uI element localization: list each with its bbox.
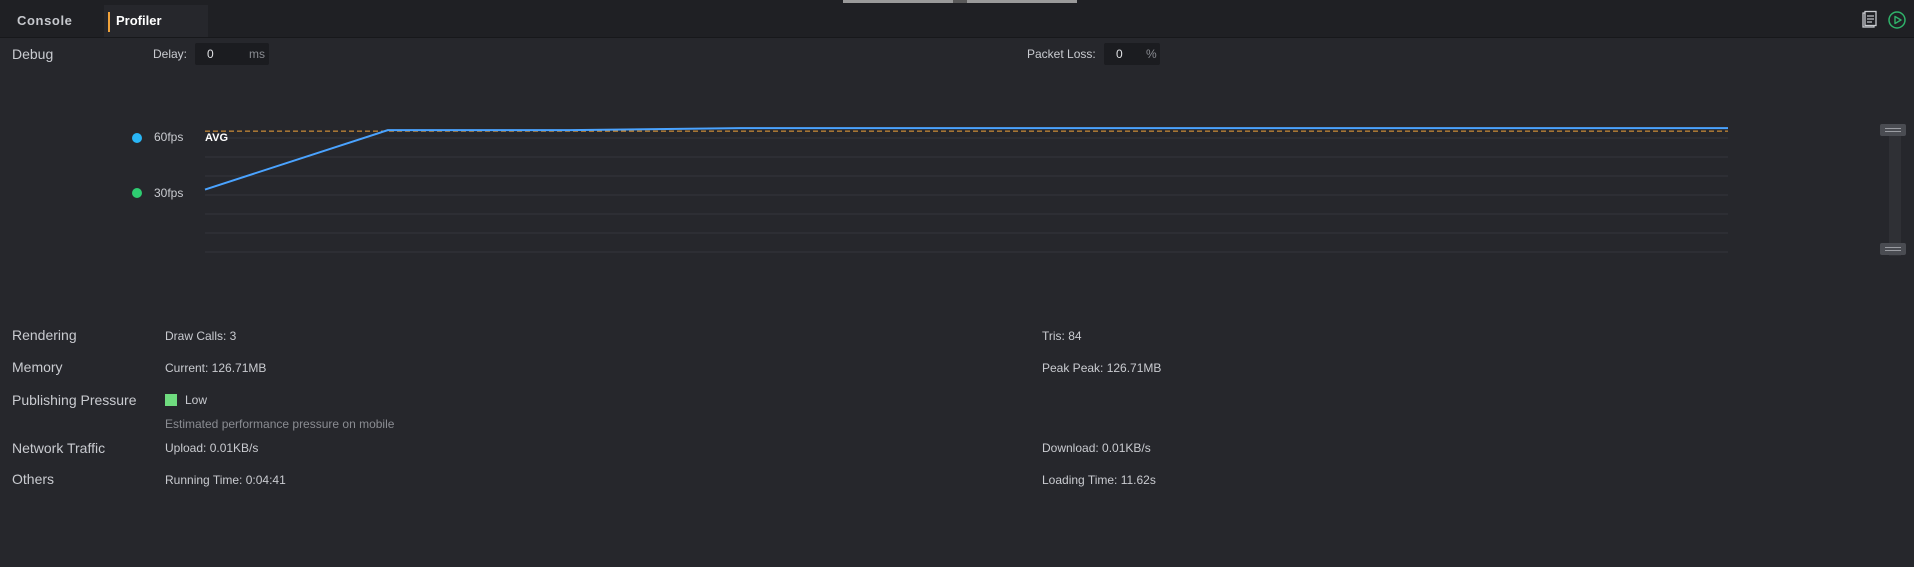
pressure-level-swatch bbox=[165, 394, 177, 406]
tris-value: Tris: 84 bbox=[1042, 329, 1082, 343]
pressure-note: Estimated performance pressure on mobile bbox=[165, 417, 395, 431]
chart-zoom-top-handle[interactable] bbox=[1880, 124, 1906, 136]
download-value: Download: 0.01KB/s bbox=[1042, 441, 1151, 455]
rendering-label: Rendering bbox=[12, 327, 77, 343]
loading-time-value: Loading Time: 11.62s bbox=[1042, 473, 1156, 487]
upload-value: Upload: 0.01KB/s bbox=[165, 441, 259, 455]
network-traffic-label: Network Traffic bbox=[12, 440, 106, 456]
chart-zoom-track[interactable] bbox=[1889, 124, 1901, 256]
draw-calls-value: Draw Calls: 3 bbox=[165, 329, 237, 343]
avg-label: AVG bbox=[205, 132, 228, 144]
memory-current-value: Current: 126.71MB bbox=[165, 361, 267, 375]
running-time-value: Running Time: 0:04:41 bbox=[165, 473, 286, 487]
fps-chart: AVG bbox=[204, 127, 1728, 253]
publishing-pressure-label: Publishing Pressure bbox=[12, 392, 137, 408]
pressure-level-value: Low bbox=[185, 393, 208, 407]
others-label: Others bbox=[12, 471, 55, 487]
chart-zoom-bottom-handle[interactable] bbox=[1880, 243, 1906, 255]
fps-series-line bbox=[204, 127, 1728, 191]
memory-label: Memory bbox=[12, 359, 63, 375]
memory-peak-value: Peak Peak: 126.71MB bbox=[1042, 361, 1162, 375]
chart-gridlines bbox=[205, 137, 1728, 253]
